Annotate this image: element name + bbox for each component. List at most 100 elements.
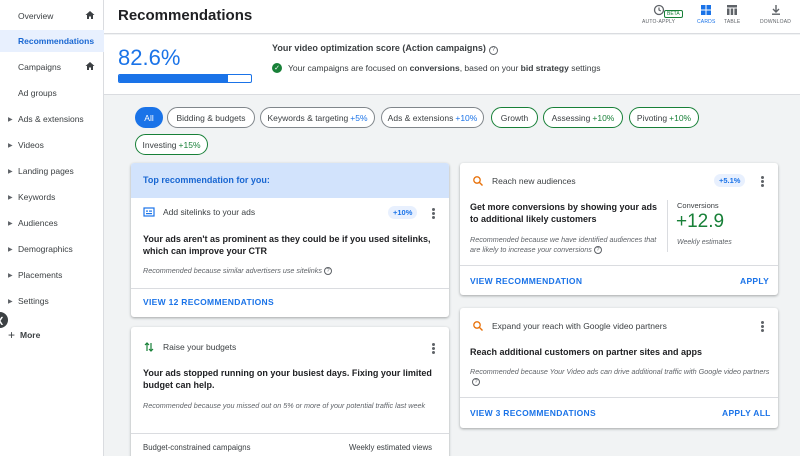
sidebar-item-audiences[interactable]: ▶ Audiences bbox=[0, 212, 104, 234]
chip-bidding-budgets[interactable]: Bidding & budgets bbox=[167, 107, 255, 128]
sidebar-item-label: Keywords bbox=[18, 192, 56, 202]
caret-right-icon: ▶ bbox=[8, 168, 13, 175]
sidebar-item-keywords[interactable]: ▶ Keywords bbox=[0, 186, 104, 208]
card-reason: Recommended because similar advertisers … bbox=[143, 266, 433, 276]
chip-uplift: +15% bbox=[178, 139, 201, 150]
sidebar: Overview Recommendations Campaigns Ad group… bbox=[0, 0, 104, 456]
apply-button[interactable]: APPLY bbox=[740, 276, 769, 286]
download-icon bbox=[771, 5, 780, 15]
chip-uplift: +5% bbox=[350, 112, 368, 123]
weekly-estimates-label: Weekly estimates bbox=[677, 239, 732, 246]
optimization-score-panel: 82.6% Your video optimization score (Act… bbox=[104, 35, 800, 95]
download-button[interactable]: DOWNLOAD bbox=[760, 4, 791, 25]
cards-view-button[interactable]: CARDS bbox=[697, 4, 716, 25]
card-reach-new-audiences: Reach new audiences +5.1% Get more conve… bbox=[460, 163, 778, 295]
divider bbox=[131, 433, 449, 434]
card-description: Reach additional customers on partner si… bbox=[470, 347, 703, 357]
page-header: Recommendations AUTO-APPLY BETA CARDS TA… bbox=[104, 0, 800, 34]
sidebar-item-recommendations[interactable]: Recommendations bbox=[0, 30, 104, 52]
help-icon[interactable]: ? bbox=[488, 46, 498, 55]
chip-ads-extensions[interactable]: Ads & extensions +10% bbox=[381, 107, 484, 128]
sidebar-item-label: Campaigns bbox=[18, 62, 61, 72]
card-header: Expand your reach with Google video part… bbox=[472, 320, 667, 332]
card-description: Your ads aren't as prominent as they cou… bbox=[143, 234, 431, 256]
view-recommendation-link[interactable]: VIEW RECOMMENDATION bbox=[470, 276, 582, 286]
chip-uplift: +10% bbox=[592, 112, 615, 123]
apply-all-button[interactable]: APPLY ALL bbox=[722, 408, 771, 418]
help-icon[interactable]: ? bbox=[593, 246, 602, 255]
sidebar-item-ads-extensions[interactable]: ▶ Ads & extensions bbox=[0, 108, 104, 130]
card-title: Raise your budgets bbox=[163, 342, 237, 352]
budget-constrained-campaigns-label: Budget-constrained campaigns bbox=[143, 443, 251, 452]
caret-right-icon: ▶ bbox=[8, 246, 13, 253]
chip-assessing[interactable]: Assessing +10% bbox=[543, 107, 623, 128]
chip-label: Investing bbox=[142, 139, 177, 150]
card-description: Your ads stopped running on your busiest… bbox=[143, 368, 432, 390]
view-3-recommendations-link[interactable]: VIEW 3 RECOMMENDATIONS bbox=[470, 408, 596, 418]
chip-label: Pivoting bbox=[636, 112, 668, 123]
conversions-value: +12.9 bbox=[676, 211, 725, 232]
conversions-label: Conversions bbox=[677, 201, 719, 210]
help-icon[interactable]: ? bbox=[472, 378, 480, 387]
caret-right-icon: ▶ bbox=[8, 194, 13, 201]
sidebar-item-campaigns[interactable]: Campaigns bbox=[0, 56, 104, 78]
weekly-estimated-views-label: Weekly estimated views bbox=[349, 443, 433, 452]
sidebar-item-settings[interactable]: ▶ Settings bbox=[0, 290, 104, 312]
more-options-icon[interactable] bbox=[760, 320, 764, 333]
sidebar-item-label: Ads & extensions bbox=[18, 114, 84, 124]
sidebar-more[interactable]: + More bbox=[8, 328, 40, 342]
card-add-sitelinks: Top recommendation for you: Add sitelink… bbox=[131, 163, 449, 317]
sidebar-item-label: Recommendations bbox=[18, 36, 95, 46]
optimization-score-title: Your video optimization score (Action ca… bbox=[272, 43, 498, 55]
sidebar-item-overview[interactable]: Overview bbox=[0, 5, 104, 27]
table-icon bbox=[727, 5, 738, 15]
card-title: Expand your reach with Google video part… bbox=[492, 321, 667, 331]
card-reason: Recommended because we have identified a… bbox=[470, 235, 657, 255]
view-12-recommendations-link[interactable]: VIEW 12 RECOMMENDATIONS bbox=[143, 297, 274, 307]
more-options-icon[interactable] bbox=[760, 175, 764, 188]
optimization-score-value: 82.6% bbox=[118, 45, 181, 70]
more-options-icon[interactable] bbox=[431, 342, 435, 355]
caret-right-icon: ▶ bbox=[8, 142, 13, 149]
help-icon[interactable]: ? bbox=[323, 267, 332, 276]
sidebar-item-landing-pages[interactable]: ▶ Landing pages bbox=[0, 160, 104, 182]
chip-label: Assessing bbox=[551, 112, 591, 123]
chip-pivoting[interactable]: Pivoting +10% bbox=[629, 107, 699, 128]
divider bbox=[131, 288, 449, 289]
plus-icon: + bbox=[8, 328, 16, 342]
auto-apply-label: AUTO-APPLY bbox=[642, 19, 676, 25]
card-header: Reach new audiences bbox=[472, 175, 576, 187]
card-title: Reach new audiences bbox=[492, 176, 576, 186]
optimization-score-bar bbox=[118, 74, 252, 83]
home-icon bbox=[85, 11, 95, 19]
table-view-button[interactable]: TABLE bbox=[724, 4, 740, 25]
chip-label: All bbox=[144, 112, 154, 123]
table-label: TABLE bbox=[724, 19, 741, 25]
sidebar-item-placements[interactable]: ▶ Placements bbox=[0, 264, 104, 286]
card-title: Add sitelinks to your ads bbox=[163, 207, 256, 217]
optimization-score-fill bbox=[119, 75, 229, 82]
caret-right-icon: ▶ bbox=[8, 220, 13, 227]
top-recommendation-banner: Top recommendation for you: bbox=[131, 163, 449, 198]
chip-investing[interactable]: Investing +15% bbox=[135, 134, 208, 155]
score-message: ✓ Your campaigns are focused on conversi… bbox=[272, 63, 601, 73]
chip-keywords-targeting[interactable]: Keywords & targeting +5% bbox=[260, 107, 375, 128]
chip-growth[interactable]: Growth bbox=[491, 107, 538, 128]
sidebar-item-ad-groups[interactable]: Ad groups bbox=[0, 82, 104, 104]
page-title: Recommendations bbox=[118, 7, 253, 24]
card-reason: Recommended because Your Video ads can d… bbox=[470, 367, 770, 387]
card-description: Get more conversions by showing your ads… bbox=[470, 202, 658, 224]
sidebar-item-label: Overview bbox=[18, 11, 54, 21]
more-options-icon[interactable] bbox=[431, 207, 435, 220]
chip-label: Growth bbox=[500, 112, 529, 123]
sidebar-item-label: Settings bbox=[18, 296, 49, 306]
divider bbox=[460, 397, 778, 398]
divider bbox=[460, 265, 778, 266]
sidebar-item-demographics[interactable]: ▶ Demographics bbox=[0, 238, 104, 260]
chip-uplift: +10% bbox=[669, 112, 692, 123]
sidebar-item-videos[interactable]: ▶ Videos bbox=[0, 134, 104, 156]
divider bbox=[667, 200, 668, 252]
chip-all[interactable]: All bbox=[135, 107, 163, 128]
caret-right-icon: ▶ bbox=[8, 298, 13, 305]
card-header: Add sitelinks to your ads bbox=[143, 206, 255, 218]
